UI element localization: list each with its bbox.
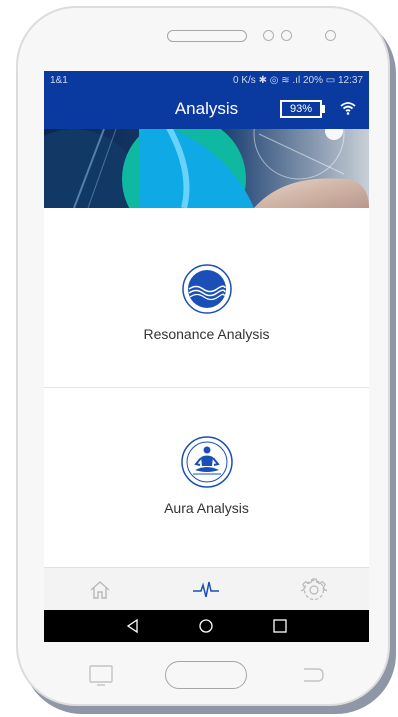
meditation-figure-icon <box>180 436 233 488</box>
android-nav-bar <box>44 610 369 642</box>
earpiece-speaker <box>167 30 247 42</box>
resonance-analysis-label: Resonance Analysis <box>143 326 270 342</box>
battery-tip <box>322 105 325 113</box>
screen: 1&1 0 K/s ✱ ◎ ≋ .ıl 20% ▭ 12:37 Analysis… <box>44 71 369 642</box>
home-icon <box>90 581 110 599</box>
tab-settings[interactable] <box>297 574 331 606</box>
status-indicators: 0 K/s ✱ ◎ ≋ .ıl 20% ▭ 12:37 <box>233 74 363 86</box>
gear-icon <box>301 578 327 601</box>
resonance-analysis-card[interactable]: Resonance Analysis <box>44 208 369 388</box>
aura-analysis-card[interactable]: Aura Analysis <box>44 389 369 567</box>
aura-analysis-label: Aura Analysis <box>164 500 249 516</box>
back-icon[interactable] <box>125 618 139 634</box>
bottom-tab-bar <box>44 567 369 610</box>
carrier-label: 1&1 <box>50 74 68 86</box>
recent-apps-icon[interactable] <box>272 618 288 634</box>
hardware-home-button <box>165 661 247 689</box>
proximity-sensor <box>263 30 274 41</box>
pulse-icon <box>193 581 219 598</box>
wifi-icon <box>340 102 356 115</box>
device-battery-badge: 93% <box>280 100 322 118</box>
hardware-back-button-icon <box>304 668 324 682</box>
resonance-wave-icon <box>181 264 232 314</box>
tab-analysis[interactable] <box>189 574 223 606</box>
hardware-recent-button-icon <box>89 665 113 686</box>
app-bar: Analysis 93% <box>44 89 369 129</box>
light-sensor <box>281 30 292 41</box>
header-banner-image <box>44 129 369 208</box>
front-camera <box>325 30 336 41</box>
status-bar: 1&1 0 K/s ✱ ◎ ≋ .ıl 20% ▭ 12:37 <box>44 71 369 89</box>
home-button-icon[interactable] <box>198 618 214 634</box>
tab-home[interactable] <box>83 574 117 606</box>
